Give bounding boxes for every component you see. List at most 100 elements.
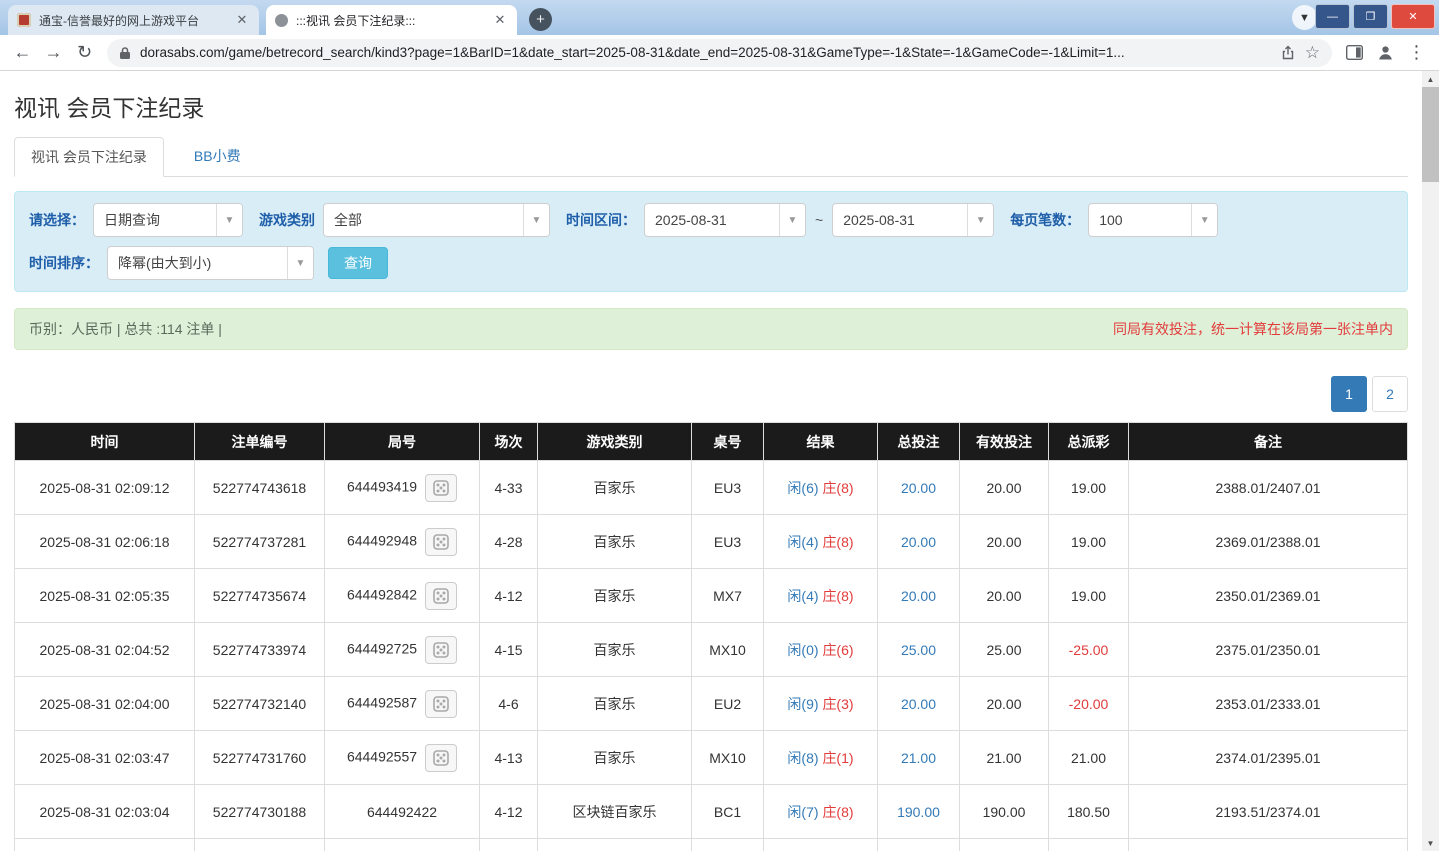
cell-note: 2375.01/2350.01 [1128,622,1408,677]
page-size-label: 每页笔数： [1010,212,1081,228]
round-result-button[interactable] [425,635,458,664]
total-bet-link[interactable]: 25.00 [901,642,936,658]
round-result-button[interactable] [425,689,458,718]
browser-tab-1[interactable]: 通宝-信誉最好的网上游戏平台 ✕ [8,5,259,35]
result-banker: 庄(8) [822,533,854,550]
cell-bet-id: 522774733974 [194,622,325,677]
tab-close-icon[interactable]: ✕ [492,12,508,28]
cell-game-type: 区块链百家乐 [537,838,692,851]
cell-bet-id: 522774731760 [194,730,325,785]
scrollbar-thumb[interactable] [1422,87,1439,182]
cell-total-bet: 20.00 [877,568,960,623]
chevron-down-icon[interactable]: ▼ [216,204,242,236]
address-bar[interactable]: dorasabs.com/game/betrecord_search/kind3… [107,38,1332,67]
pagination-page-1[interactable]: 1 [1331,376,1367,412]
page-size-value: 100 [1099,212,1123,228]
chevron-down-icon: ▼ [1299,11,1310,24]
currency-total-text: 币别：人民币 | 总共 :114 注单 | [29,321,222,337]
tab-betrecord[interactable]: 视讯 会员下注纪录 [14,137,164,177]
cell-game-type: 百家乐 [537,730,692,785]
new-tab-button[interactable]: + [529,8,552,31]
maximize-button[interactable]: ❐ [1353,4,1388,29]
cell-table-no: BC1 [691,784,764,839]
cell-game-type: 百家乐 [537,622,692,677]
date-end-value: 2025-08-31 [843,212,915,228]
total-bet-link[interactable]: 20.00 [901,534,936,550]
round-result-button[interactable] [425,527,458,556]
minimize-button[interactable]: — [1315,4,1350,29]
profile-avatar-button[interactable] [1371,38,1400,67]
chevron-down-icon[interactable]: ▼ [779,204,805,236]
cell-table-no: EU3 [691,460,764,515]
chevron-down-icon[interactable]: ▼ [1191,204,1218,236]
cell-note: 2193.51/2374.01 [1128,784,1408,839]
cell-total-bet: 21.00 [877,730,960,785]
chevron-down-icon[interactable]: ▼ [287,247,313,279]
cell-result: 闲(4) 庄(8) [763,514,878,569]
round-id: 644493419 [346,478,418,495]
bookmark-star-icon[interactable]: ☆ [1305,43,1320,63]
page-size-select[interactable]: 100 ▼ [1088,203,1219,237]
column-header-2: 局号 [324,422,480,461]
cell-bet-id: 522774743618 [194,460,325,515]
cell-round: 644492587 [324,676,480,731]
table-row: 2025-08-31 02:03:47 522774731760 644492557… [14,730,1408,785]
browser-tab-title: :::视讯 会员下注纪录::: [296,13,416,28]
share-icon[interactable] [1280,45,1296,61]
tab-list-chevron-button[interactable]: ▼ [1292,5,1317,30]
total-bet-link[interactable]: 190.00 [897,804,940,820]
total-bet-link[interactable]: 20.00 [901,696,936,712]
round-result-button[interactable] [425,581,458,610]
total-bet-link[interactable]: 20.00 [901,480,936,496]
url-text: dorasabs.com/game/betrecord_search/kind3… [140,45,1125,60]
round-result-button[interactable] [425,743,458,772]
vertical-scrollbar[interactable]: ▲ ▼ [1422,71,1439,851]
round-result-button[interactable] [425,473,458,502]
result-player: 闲(4) [787,587,819,604]
close-button[interactable]: ✕ [1391,4,1435,29]
browser-tab-2[interactable]: :::视讯 会员下注纪录::: ✕ [266,5,517,35]
game-type-select[interactable]: 全部 ▼ [323,203,550,237]
tab-bb-tip[interactable]: BB小费 [178,137,257,177]
cell-time: 2025-08-31 02:04:52 [14,622,195,677]
cell-session: 4-33 [479,460,538,515]
result-banker: 庄(3) [822,695,854,712]
result-player: 闲(6) [787,479,819,496]
chevron-down-icon[interactable]: ▼ [523,204,549,236]
total-bet-link[interactable]: 20.00 [901,588,936,604]
cell-note: 2350.01/2369.01 [1128,568,1408,623]
game-type-label: 游戏类别 [259,212,315,228]
browser-menu-button[interactable]: ⋮ [1402,38,1431,67]
forward-button[interactable]: → [39,38,68,67]
cell-game-type: 百家乐 [537,460,692,515]
cell-time: 2025-08-31 02:06:18 [14,514,195,569]
cell-valid-bet: 20.00 [959,460,1049,515]
date-start-input[interactable]: 2025-08-31 ▼ [644,203,806,237]
sort-label: 时间排序： [29,255,99,271]
tab-close-icon[interactable]: ✕ [234,12,250,28]
cell-total-bet: 20.00 [877,460,960,515]
sort-select[interactable]: 降幂(由大到小) ▼ [107,246,314,280]
side-panel-button[interactable] [1340,38,1369,67]
query-type-select[interactable]: 日期查询 ▼ [93,203,243,237]
reload-button[interactable]: ↻ [70,38,99,67]
browser-titlebar: 通宝-信誉最好的网上游戏平台 ✕ :::视讯 会员下注纪录::: ✕ + ▼ —… [0,0,1439,35]
result-player: 闲(9) [787,695,819,712]
result-player: 闲(0) [787,641,819,658]
total-bet-link[interactable]: 21.00 [901,750,936,766]
cell-note: 1908.51/2193.51 [1128,838,1408,851]
search-button[interactable]: 查询 [328,247,388,279]
cell-time: 2025-08-31 02:05:35 [14,568,195,623]
cell-valid-bet: 25.00 [959,622,1049,677]
cell-result: 闲(6) 庄(8) [763,460,878,515]
game-type-value: 全部 [334,212,362,228]
result-banker: 庄(8) [822,587,854,604]
scroll-up-arrow-icon[interactable]: ▲ [1422,71,1439,87]
back-button[interactable]: ← [8,38,37,67]
pagination-page-2[interactable]: 2 [1372,376,1408,412]
lock-icon[interactable] [119,46,131,60]
cell-time: 2025-08-31 02:01:48 [14,838,195,851]
scroll-down-arrow-icon[interactable]: ▼ [1422,835,1439,851]
date-end-input[interactable]: 2025-08-31 ▼ [832,203,995,237]
chevron-down-icon[interactable]: ▼ [967,204,994,236]
